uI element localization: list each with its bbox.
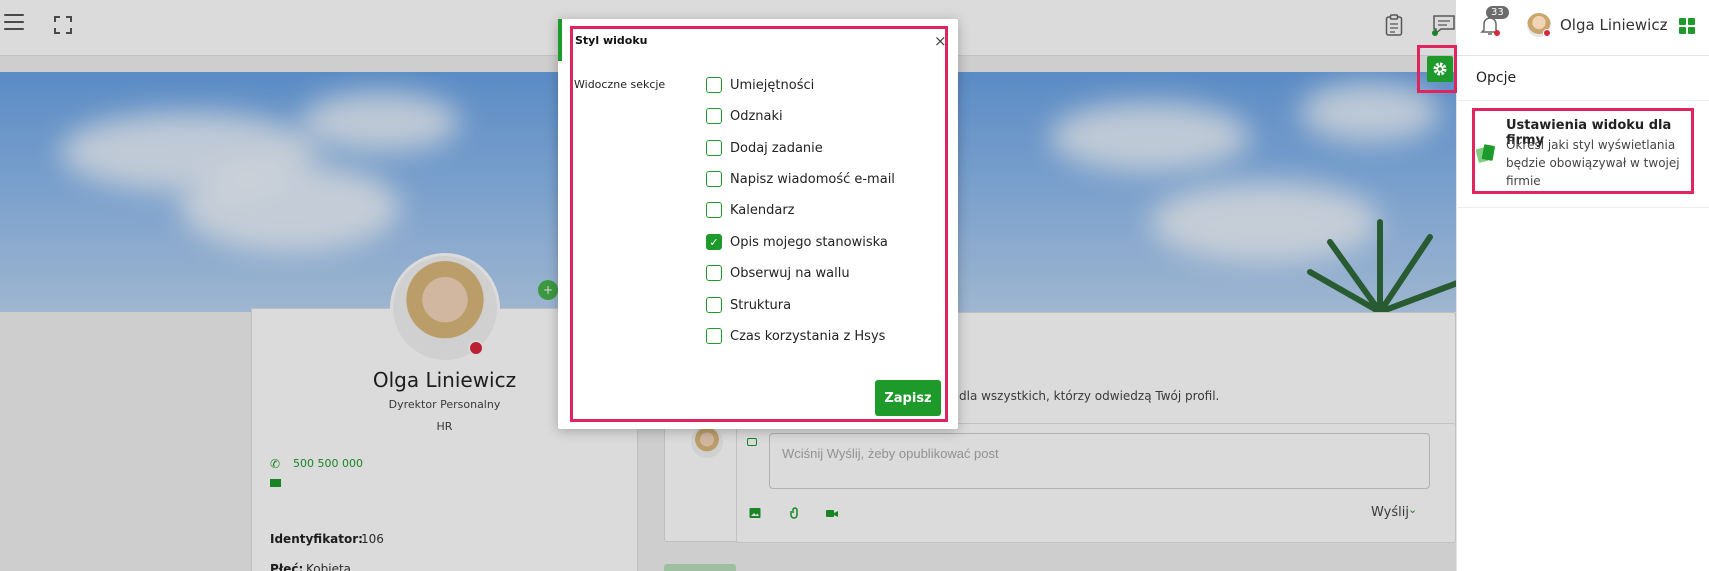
checkbox[interactable] [706, 140, 722, 156]
close-icon[interactable]: × [934, 32, 947, 50]
checkbox-row-add-task[interactable]: Dodaj zadanie [706, 138, 823, 158]
cards-icon [1475, 142, 1496, 164]
modal-title: Styl widoku [575, 34, 648, 47]
options-title: Opcje [1476, 70, 1517, 86]
chevron-down-icon[interactable]: ⌄ [1660, 19, 1668, 30]
visible-sections-label: Widoczne sekcje [574, 78, 666, 91]
checkbox-label[interactable]: Obserwuj na wallu [730, 266, 850, 281]
checkbox-row-follow-wall[interactable]: Obserwuj na wallu [706, 263, 850, 283]
divider [1456, 207, 1709, 208]
checkbox-row-badges[interactable]: Odznaki [706, 106, 783, 126]
checkbox-row-usage-time[interactable]: Czas korzystania z Hsys [706, 326, 885, 346]
user-status-dot [1543, 29, 1551, 37]
checkbox-label[interactable]: Struktura [730, 298, 791, 313]
save-button[interactable]: Zapisz [875, 380, 941, 416]
checkbox-label[interactable]: Dodaj zadanie [730, 141, 823, 156]
checkbox[interactable] [706, 108, 722, 124]
user-name[interactable]: Olga Liniewicz [1560, 16, 1667, 34]
checkbox-row-calendar[interactable]: Kalendarz [706, 200, 795, 220]
apps-grid-icon[interactable] [1679, 18, 1695, 34]
checkbox-row-job-description[interactable]: ✓ Opis mojego stanowiska [706, 232, 888, 252]
checkbox-row-structure[interactable]: Struktura [706, 295, 791, 315]
checkbox[interactable] [706, 77, 722, 93]
checkbox-label[interactable]: Opis mojego stanowiska [730, 235, 888, 250]
settings-highlight [1417, 45, 1457, 93]
checkbox-row-email[interactable]: Napisz wiadomość e-mail [706, 169, 895, 189]
checkbox-label[interactable]: Napisz wiadomość e-mail [730, 172, 895, 187]
notification-count-badge: 33 [1486, 6, 1509, 19]
divider [1456, 100, 1709, 101]
company-view-settings-description: Określ jaki styl wyświetlania będzie obo… [1506, 138, 1680, 188]
checkbox[interactable] [706, 202, 722, 218]
checkbox[interactable] [706, 297, 722, 313]
checkbox-label[interactable]: Czas korzystania z Hsys [730, 329, 885, 344]
checkbox[interactable] [706, 328, 722, 344]
checkbox-checked[interactable]: ✓ [706, 234, 722, 250]
checkbox-label[interactable]: Odznaki [730, 109, 783, 124]
checkbox-label[interactable]: Umiejętności [730, 78, 814, 93]
checkbox-row-skills[interactable]: Umiejętności [706, 75, 814, 95]
modal-accent-bar [558, 19, 562, 61]
checkbox-label[interactable]: Kalendarz [730, 203, 795, 218]
checkbox[interactable] [706, 265, 722, 281]
checkbox[interactable] [706, 171, 722, 187]
